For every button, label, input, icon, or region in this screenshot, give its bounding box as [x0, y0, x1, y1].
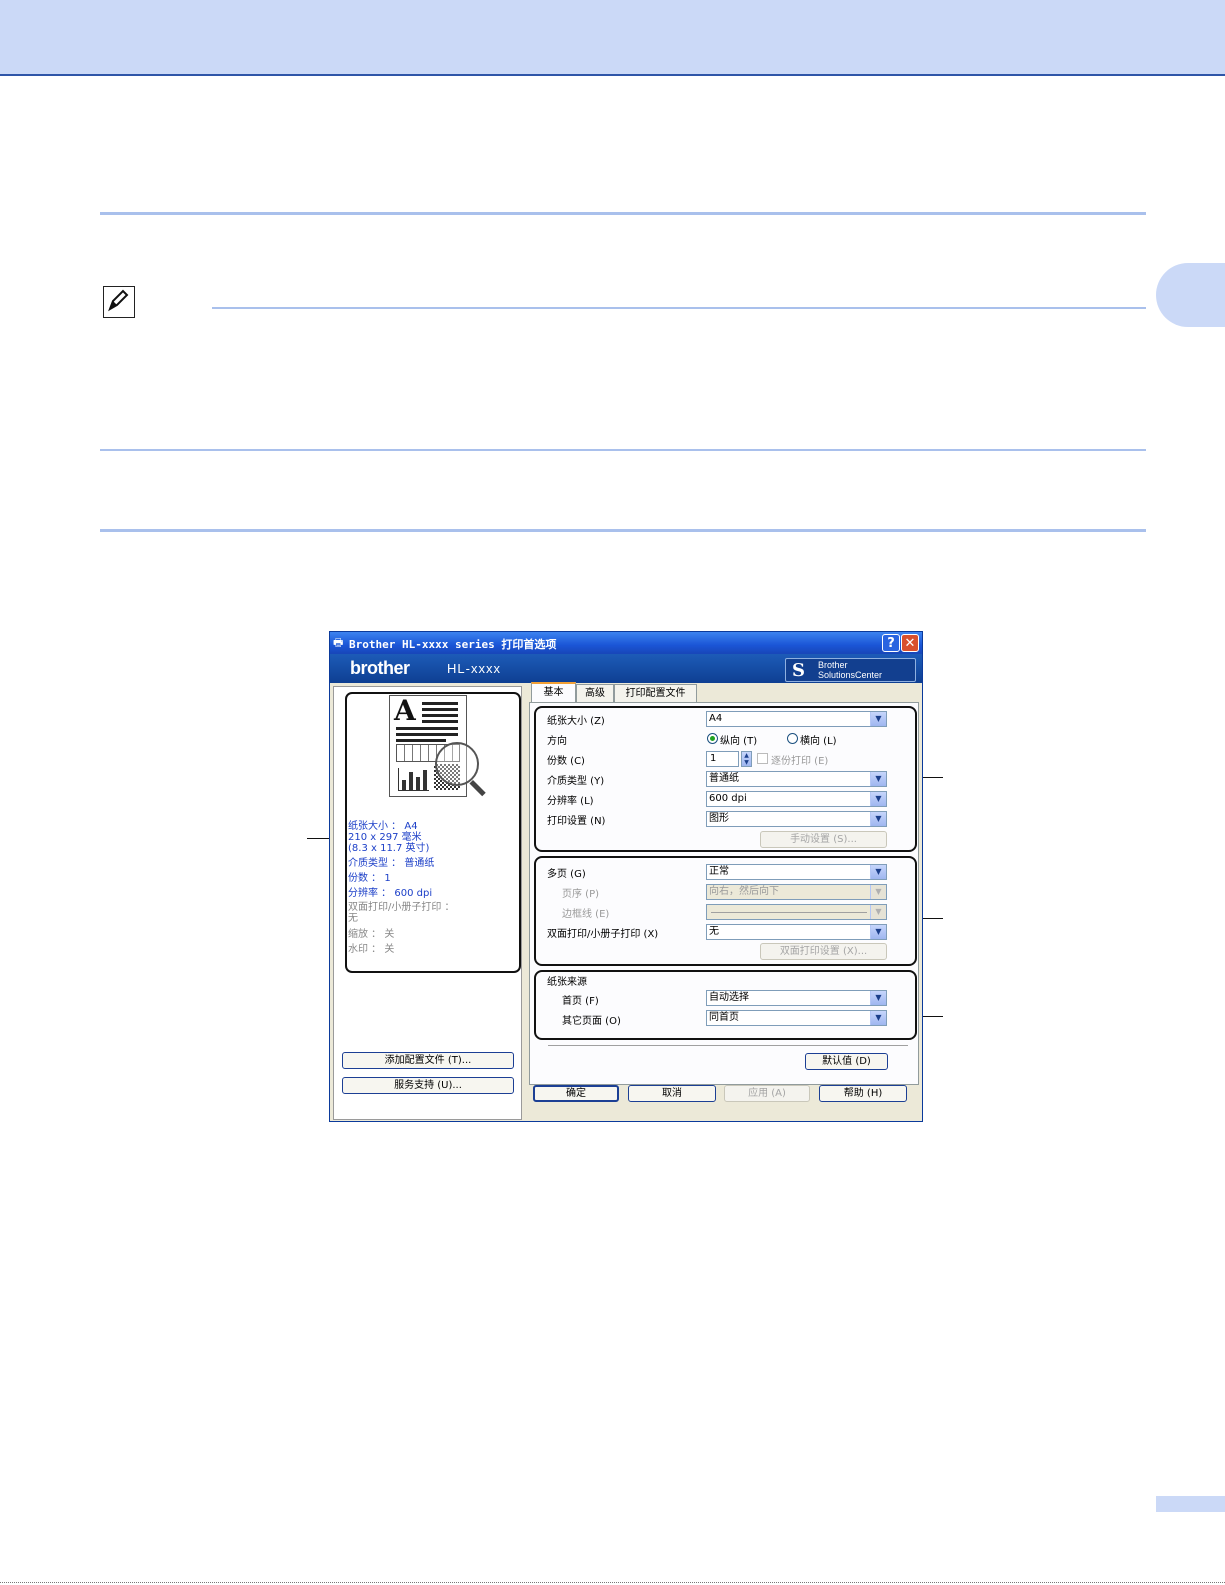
title-bar[interactable]: 🖶 Brother HL-xxxx series 打印首选项 ? ✕	[330, 632, 922, 654]
print-setting-label: 打印设置 (N)	[547, 816, 606, 827]
tab-print-profiles[interactable]: 打印配置文件	[614, 684, 697, 702]
summary-watermark: 水印 ： 关	[348, 944, 395, 955]
solutions-center-button[interactable]: S Brother SolutionsCenter	[785, 658, 916, 682]
help-button[interactable]: 帮助 (H)	[819, 1085, 907, 1102]
first-page-select[interactable]: 自动选择 ▼	[706, 990, 887, 1006]
printer-icon: 🖶	[333, 636, 344, 649]
print-setting-select[interactable]: 图形 ▼	[706, 811, 887, 827]
paper-size-label: 纸张大小 (Z)	[547, 716, 605, 727]
help-title-button[interactable]: ?	[882, 634, 900, 652]
first-page-value: 自动选择	[709, 992, 749, 1003]
chevron-down-icon: ▼	[870, 865, 886, 879]
multiple-page-value: 正常	[709, 866, 729, 877]
other-pages-value: 同首页	[709, 1012, 739, 1023]
summary-scaling: 缩放 ： 关	[348, 929, 395, 940]
note-icon	[103, 286, 135, 318]
solutions-center-label: SolutionsCenter	[818, 670, 883, 680]
ok-button[interactable]: 确定	[533, 1085, 619, 1102]
solutions-center-icon: S	[792, 660, 805, 681]
cancel-button[interactable]: 取消	[628, 1085, 716, 1102]
landscape-radio[interactable]	[787, 733, 798, 744]
other-pages-label: 其它页面 (O)	[562, 1016, 621, 1027]
media-type-label: 介质类型 (Y)	[547, 776, 605, 787]
summary-duplex: 双面打印/小册子打印 ：	[348, 902, 455, 913]
multiple-page-label: 多页 (G)	[547, 869, 586, 880]
chevron-down-icon: ▼	[870, 772, 886, 786]
duplex-value: 无	[709, 926, 719, 937]
manual-settings-button[interactable]: 手动设置 (S)...	[760, 831, 887, 848]
orientation-label: 方向	[547, 736, 567, 747]
copies-input[interactable]: 1	[706, 751, 739, 767]
copies-spinner[interactable]: ▲ ▼	[741, 751, 752, 767]
separator	[548, 1045, 908, 1046]
media-type-value: 普通纸	[709, 773, 739, 784]
brother-logo: brother	[350, 658, 410, 678]
print-setting-value: 图形	[709, 813, 729, 824]
paper-size-value: A4	[709, 713, 723, 724]
tab-basic[interactable]: 基本	[531, 682, 576, 703]
chevron-down-icon: ▼	[870, 885, 886, 899]
summary-dimensions-in: (8.3 x 11.7 英寸)	[348, 843, 430, 854]
header-band	[0, 0, 1225, 76]
resolution-label: 分辨率 (L)	[547, 796, 594, 807]
multiple-page-select[interactable]: 正常 ▼	[706, 864, 887, 880]
chevron-down-icon: ▼	[870, 1011, 886, 1025]
page-number-tab	[1156, 1496, 1225, 1512]
note-rule	[212, 307, 1146, 309]
summary-duplex-value: 无	[348, 913, 358, 924]
model-name: HL-xxxx	[447, 661, 501, 676]
other-pages-select[interactable]: 同首页 ▼	[706, 1010, 887, 1026]
collate-label: 逐份打印 (E)	[771, 756, 829, 767]
copies-label: 份数 (C)	[547, 756, 585, 767]
page-order-select[interactable]: 向右，然后向下 ▼	[706, 884, 887, 900]
summary-resolution: 分辨率 ： 600 dpi	[348, 888, 433, 899]
chapter-tab	[1156, 263, 1225, 327]
duplex-settings-button[interactable]: 双面打印设置 (X)...	[760, 943, 887, 960]
first-page-label: 首页 (F)	[562, 996, 599, 1007]
tab-advanced[interactable]: 高级	[576, 684, 614, 702]
bottom-divider	[0, 1582, 1225, 1583]
resolution-value: 600 dpi	[709, 793, 747, 804]
chevron-down-icon: ▼	[870, 792, 886, 806]
section-rule	[100, 212, 1146, 215]
duplex-select[interactable]: 无 ▼	[706, 924, 887, 940]
summary-copies: 份数 ： 1	[348, 873, 391, 884]
default-button[interactable]: 默认值 (D)	[805, 1053, 888, 1070]
border-line-select[interactable]: ▼	[706, 904, 887, 920]
bar-graphic	[398, 768, 429, 791]
page-order-label: 页序 (P)	[562, 889, 600, 900]
support-button[interactable]: 服务支持 (U)...	[342, 1077, 514, 1094]
landscape-label: 横向 (L)	[800, 736, 837, 747]
solutions-center-label: Brother	[818, 660, 848, 670]
border-line-label: 边框线 (E)	[562, 909, 610, 920]
paper-size-select[interactable]: A4 ▼	[706, 711, 887, 727]
portrait-radio[interactable]	[707, 733, 718, 744]
paper-source-title: 纸张来源	[547, 977, 587, 988]
section-rule	[100, 529, 1146, 532]
chevron-down-icon: ▼	[870, 905, 886, 919]
apply-button[interactable]: 应用 (A)	[724, 1085, 810, 1102]
section-rule	[100, 449, 1146, 451]
line-style-sample	[711, 912, 867, 913]
portrait-label: 纵向 (T)	[720, 736, 758, 747]
chevron-down-icon: ▼	[870, 925, 886, 939]
close-button[interactable]: ✕	[901, 634, 919, 652]
print-preferences-dialog: 🖶 Brother HL-xxxx series 打印首选项 ? ✕ broth…	[329, 631, 923, 1122]
duplex-label: 双面打印/小册子打印 (X)	[547, 929, 659, 940]
add-profile-button[interactable]: 添加配置文件 (T)...	[342, 1052, 514, 1069]
collate-checkbox[interactable]	[757, 753, 768, 764]
letter-a-glyph: A	[394, 694, 416, 727]
chevron-down-icon: ▼	[870, 991, 886, 1005]
summary-media-type: 介质类型 ： 普通纸	[348, 858, 435, 869]
media-type-select[interactable]: 普通纸 ▼	[706, 771, 887, 787]
dialog-title: Brother HL-xxxx series 打印首选项	[349, 638, 557, 651]
resolution-select[interactable]: 600 dpi ▼	[706, 791, 887, 807]
chevron-down-icon: ▼	[870, 812, 886, 826]
page-order-value: 向右，然后向下	[709, 886, 779, 897]
chevron-down-icon: ▼	[870, 712, 886, 726]
